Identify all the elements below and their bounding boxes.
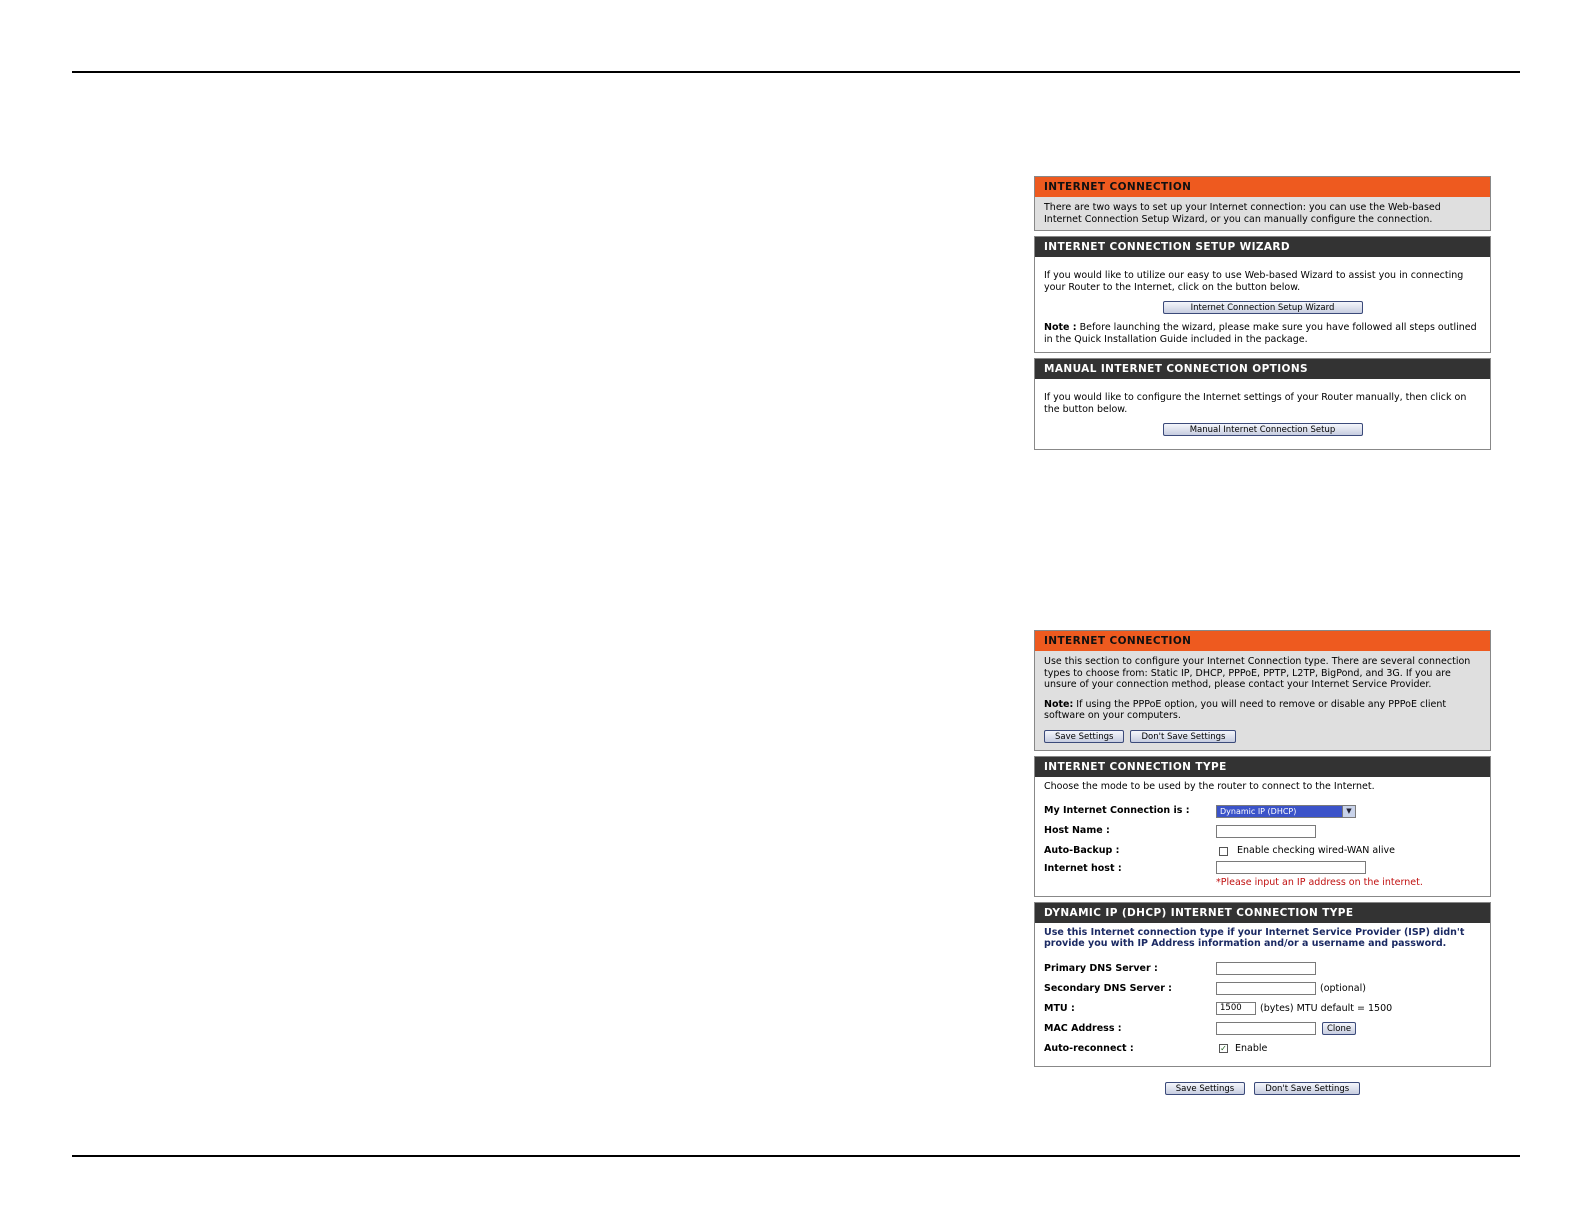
connection-type-value: Dynamic IP (DHCP) (1217, 805, 1342, 817)
mtu-label: MTU : (1044, 1002, 1075, 1014)
note-label: Note : (1044, 322, 1077, 333)
connection-type-title: INTERNET CONNECTION TYPE (1035, 756, 1490, 777)
internet-host-input[interactable] (1216, 861, 1366, 874)
mtu-hint: (bytes) MTU default = 1500 (1260, 1002, 1393, 1014)
intro-title-2: INTERNET CONNECTION (1035, 631, 1490, 651)
primary-dns-input[interactable] (1216, 962, 1316, 975)
auto-reconnect-label: Auto-reconnect : (1044, 1042, 1134, 1054)
host-name-input[interactable] (1216, 824, 1316, 838)
dhcp-text: Use this Internet connection type if you… (1044, 926, 1465, 950)
connection-type-text: Choose the mode to be used by the router… (1044, 780, 1375, 792)
internet-host-hint: *Please input an IP address on the inter… (1216, 877, 1423, 888)
dhcp-title: DYNAMIC IP (DHCP) INTERNET CONNECTION TY… (1035, 902, 1490, 923)
chevron-down-icon[interactable]: ▼ (1342, 805, 1355, 817)
setup-wizard-button[interactable]: Internet Connection Setup Wizard (1162, 301, 1363, 314)
intro-text-2: Use this section to configure your Inter… (1044, 656, 1471, 690)
manual-title: MANUAL INTERNET CONNECTION OPTIONS (1035, 359, 1490, 379)
mtu-input[interactable]: 1500 (1216, 1002, 1256, 1015)
note-text: Before launching the wizard, please make… (1044, 322, 1477, 345)
auto-reconnect-checkbox[interactable]: ✓ (1219, 1044, 1228, 1053)
bottom-rule (72, 1155, 1520, 1157)
optional-text: (optional) (1320, 982, 1366, 994)
bottom-buttons: Save Settings Don't Save Settings (1034, 1072, 1491, 1095)
bottom-save-settings-button[interactable]: Save Settings (1164, 1081, 1246, 1095)
connection-type-select[interactable]: Dynamic IP (DHCP) ▼ (1216, 804, 1356, 818)
wizard-section: INTERNET CONNECTION SETUP WIZARD If you … (1034, 236, 1491, 353)
note-label-2: Note: (1044, 698, 1074, 710)
auto-reconnect-option: Enable (1235, 1042, 1268, 1054)
bottom-dont-save-settings-button[interactable]: Don't Save Settings (1254, 1081, 1361, 1095)
top-rule (72, 71, 1520, 73)
dont-save-settings-button[interactable]: Don't Save Settings (1130, 729, 1237, 743)
secondary-dns-label: Secondary DNS Server : (1044, 982, 1172, 994)
dhcp-section: DYNAMIC IP (DHCP) INTERNET CONNECTION TY… (1034, 901, 1491, 1067)
connection-type-section: INTERNET CONNECTION TYPE Choose the mode… (1034, 755, 1491, 897)
intro-section: INTERNET CONNECTION There are two ways t… (1034, 176, 1491, 231)
manual-section: MANUAL INTERNET CONNECTION OPTIONS If yo… (1034, 358, 1491, 450)
primary-dns-label: Primary DNS Server : (1044, 962, 1158, 974)
pppoe-note: Note: If using the PPPoE option, you wil… (1044, 699, 1481, 722)
mac-address-input[interactable] (1216, 1022, 1316, 1035)
internet-connection-options-panel: INTERNET CONNECTION There are two ways t… (1034, 176, 1491, 455)
auto-backup-label: Auto-Backup : (1044, 845, 1120, 857)
wizard-title: INTERNET CONNECTION SETUP WIZARD (1035, 237, 1490, 257)
intro-title: INTERNET CONNECTION (1035, 177, 1490, 197)
mac-address-label: MAC Address : (1044, 1022, 1122, 1034)
internet-host-label: Internet host : (1044, 863, 1122, 874)
intro-section-2: INTERNET CONNECTION Use this section to … (1034, 630, 1491, 751)
host-name-label: Host Name : (1044, 825, 1110, 837)
my-connection-label: My Internet Connection is : (1044, 805, 1190, 817)
note-text-2: If using the PPPoE option, you will need… (1044, 698, 1447, 722)
auto-backup-checkbox[interactable] (1219, 846, 1228, 856)
manual-setup-button[interactable]: Manual Internet Connection Setup (1162, 423, 1363, 436)
secondary-dns-input[interactable] (1216, 982, 1316, 995)
manual-text: If you would like to configure the Inter… (1044, 392, 1467, 415)
wizard-text: If you would like to utilize our easy to… (1044, 270, 1464, 293)
intro-text: There are two ways to set up your Intern… (1044, 202, 1441, 225)
auto-backup-option: Enable checking wired-WAN alive (1237, 845, 1395, 857)
wizard-note: Note : Before launching the wizard, plea… (1044, 322, 1481, 345)
clone-button[interactable]: Clone (1322, 1022, 1357, 1035)
manual-connection-panel: INTERNET CONNECTION Use this section to … (1034, 630, 1491, 1095)
save-settings-button[interactable]: Save Settings (1044, 729, 1125, 743)
